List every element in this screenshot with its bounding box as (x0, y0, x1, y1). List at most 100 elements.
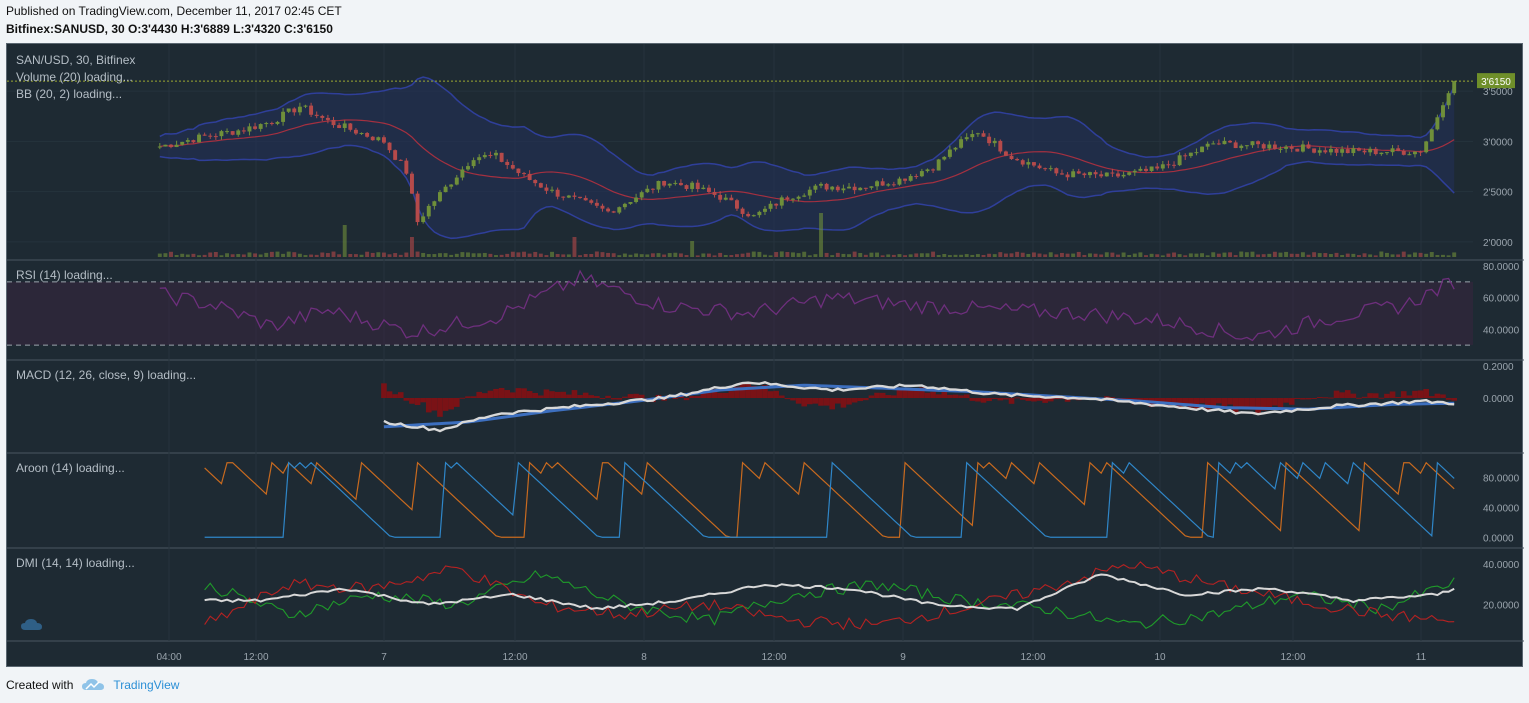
volume-bar (225, 253, 230, 257)
volume-bar (443, 253, 448, 257)
volume-bar (1065, 253, 1070, 257)
macd-histogram-bar (526, 391, 533, 398)
volume-bar (1194, 253, 1199, 257)
candle-body (891, 184, 896, 186)
candle-body (348, 123, 353, 130)
volume-bar (325, 253, 330, 257)
candle-body (723, 197, 728, 200)
volume-bar (197, 255, 201, 257)
macd-histogram-bar (1025, 398, 1032, 401)
candle-body (477, 157, 482, 161)
candle-body (1149, 166, 1154, 171)
candle-body (1233, 142, 1238, 149)
candle-body (1054, 168, 1059, 174)
macd-histogram-bar (571, 390, 578, 398)
volume-bar (594, 251, 599, 257)
candle-body (163, 144, 168, 147)
candle-body (281, 111, 286, 122)
macd-histogram-bar (1014, 397, 1020, 399)
candle-body (622, 203, 627, 208)
candle-body (555, 189, 560, 197)
candle-body (1429, 129, 1434, 142)
candle-body (768, 203, 773, 209)
macd-histogram-bar (521, 388, 527, 398)
candle-body (275, 121, 280, 124)
macd-histogram-bar (935, 394, 942, 398)
candle-body (191, 140, 196, 143)
volume-bar (1037, 253, 1042, 257)
candle-body (1020, 160, 1025, 165)
candle-body (264, 123, 269, 125)
candle-body (712, 191, 717, 195)
volume-bar (527, 253, 532, 257)
macd-histogram-bar (728, 391, 735, 398)
macd-histogram-bar (941, 391, 948, 398)
candle-body (1183, 155, 1188, 157)
macd-histogram-bar (549, 391, 555, 398)
volume-bar (236, 254, 241, 257)
macd-histogram-bar (1389, 391, 1396, 398)
volume-bar (1104, 252, 1109, 257)
volume-bar (875, 252, 880, 257)
volume-bar (785, 252, 790, 257)
volume-bar (830, 255, 835, 257)
volume-bar (1413, 252, 1417, 257)
macd-histogram-bar (538, 395, 544, 398)
volume-bar (925, 253, 930, 257)
volume-bar (1205, 255, 1210, 257)
volume-bar (1306, 254, 1311, 257)
volume-bar (281, 253, 286, 257)
candle-body (645, 188, 650, 193)
volume-bar (404, 252, 409, 257)
volume-bar (202, 254, 207, 257)
candle-body (1037, 165, 1042, 169)
candle-body (925, 169, 930, 172)
y-tick-label: 40.0000 (1483, 325, 1520, 336)
macd-histogram-bar (453, 398, 460, 407)
macd-histogram-bar (409, 398, 415, 404)
candle-body (852, 186, 857, 191)
candle-body (449, 184, 454, 187)
candle-body (460, 169, 465, 178)
volume-bar (740, 253, 745, 257)
candle-body (1205, 143, 1210, 147)
candle-body (180, 141, 185, 145)
candle-body (1099, 174, 1104, 177)
macd-histogram-bar (616, 398, 623, 400)
candle-body (1356, 148, 1361, 151)
candle-body (897, 178, 902, 185)
macd-histogram-bar (1283, 398, 1289, 403)
chart-frame[interactable]: 04:00 12:00 7 12:00 8 12:00 9 12:00 10 12:00 11 3'5… (6, 43, 1524, 668)
macd-histogram-bar (638, 394, 645, 398)
candle-body (718, 194, 723, 200)
volume-bar (471, 253, 476, 257)
x-tick-label: 11 (1416, 652, 1427, 663)
volume-bar (1138, 252, 1143, 257)
tradingview-link[interactable]: TradingView (113, 678, 179, 692)
chart-canvas[interactable]: 04:00 12:00 7 12:00 8 12:00 9 12:00 10 12:00 11 3'5… (7, 44, 1524, 668)
volume-bar (1379, 251, 1384, 257)
macd-histogram-bar (1445, 398, 1452, 400)
volume-bar (667, 253, 672, 257)
y-tick-label: 2'5000 (1483, 188, 1513, 199)
candle-body (241, 130, 246, 132)
volume-bar (550, 251, 555, 257)
volume-bar (365, 251, 370, 257)
volume-bar (1015, 251, 1020, 257)
macd-histogram-bar (1316, 396, 1323, 398)
macd-histogram-bar (504, 390, 511, 398)
macd-histogram-bar (1434, 393, 1441, 398)
volume-bar (466, 252, 470, 257)
volume-bar (1110, 252, 1115, 257)
candle-body (432, 201, 437, 206)
y-tick-label: 80.0000 (1483, 262, 1520, 273)
macd-histogram-bar (1395, 397, 1401, 399)
candle-body (510, 165, 515, 169)
candle-body (359, 133, 364, 135)
candle-body (538, 183, 543, 188)
candle-body (578, 196, 583, 198)
x-tick-label: 12:00 (502, 652, 527, 663)
created-with-label: Created with (6, 678, 74, 692)
candle-body (953, 147, 958, 150)
candle-body (1104, 172, 1109, 177)
